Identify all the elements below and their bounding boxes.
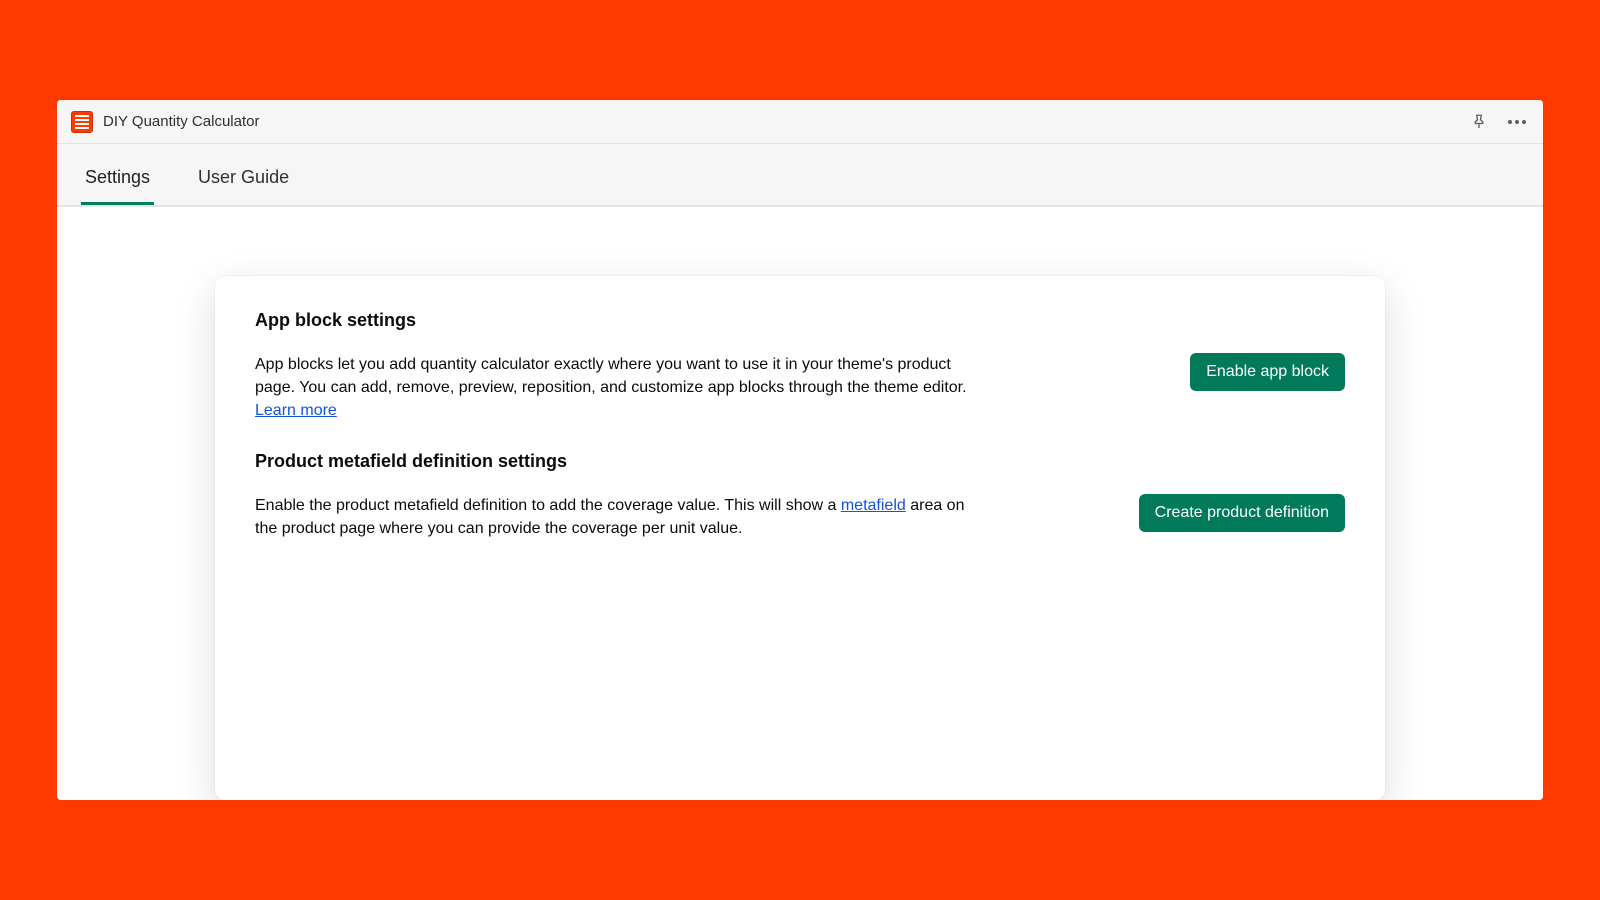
app-block-description: App blocks let you add quantity calculat… [255,353,985,423]
tabs: Settings User Guide [57,144,1543,206]
settings-card: App block settings App blocks let you ad… [215,276,1385,800]
metafield-description: Enable the product metafield definition … [255,494,985,540]
app-icon [71,111,93,133]
section-heading-app-block: App block settings [255,310,1345,331]
metafield-desc-a: Enable the product metafield definition … [255,497,841,514]
section-row-app-block: App blocks let you add quantity calculat… [255,353,1345,423]
titlebar-actions [1467,110,1529,134]
metafield-link[interactable]: metafield [841,497,906,514]
enable-app-block-button[interactable]: Enable app block [1190,353,1345,391]
create-product-definition-button[interactable]: Create product definition [1139,494,1345,532]
app-block-desc-text: App blocks let you add quantity calculat… [255,356,967,396]
titlebar: DIY Quantity Calculator [57,100,1543,144]
content-area: App block settings App blocks let you ad… [57,206,1543,800]
pin-icon[interactable] [1467,110,1491,134]
section-heading-metafield: Product metafield definition settings [255,451,1345,472]
tab-settings[interactable]: Settings [81,149,154,205]
tab-user-guide[interactable]: User Guide [194,149,293,205]
learn-more-link[interactable]: Learn more [255,402,337,419]
section-row-metafield: Enable the product metafield definition … [255,494,1345,540]
more-icon[interactable] [1505,110,1529,134]
app-name: DIY Quantity Calculator [103,113,259,130]
app-window: DIY Quantity Calculator Settings User Gu… [57,100,1543,800]
